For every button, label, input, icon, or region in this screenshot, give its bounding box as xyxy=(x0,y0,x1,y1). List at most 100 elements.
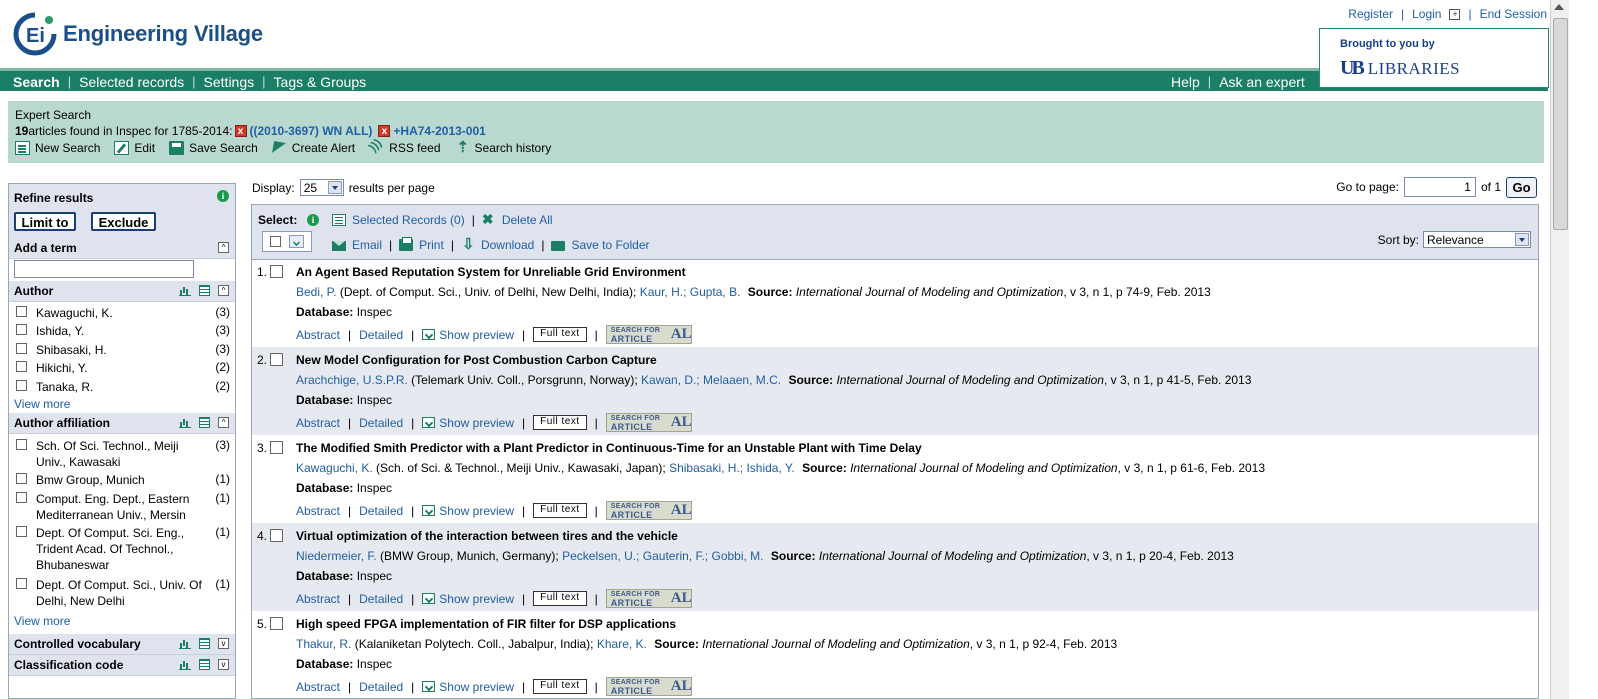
expand-icon[interactable]: v xyxy=(218,659,229,670)
result-checkbox[interactable] xyxy=(270,617,283,630)
bar-chart-icon[interactable] xyxy=(179,638,191,649)
search-for-article-button[interactable]: SEARCH FOR ARTICLE AL xyxy=(605,589,692,608)
new-search-button[interactable]: New Search xyxy=(15,141,100,155)
add-term-input[interactable] xyxy=(14,260,194,278)
checkbox[interactable] xyxy=(16,343,27,354)
collapse-icon[interactable]: ^ xyxy=(218,285,229,296)
author-view-more-link[interactable]: View more xyxy=(14,397,70,411)
engineering-village-logo[interactable]: Ei Engineering Village xyxy=(13,12,263,56)
table-icon[interactable] xyxy=(199,659,210,670)
author-facet-item[interactable]: Shibasaki, H. (3) xyxy=(16,342,230,358)
abstract-link[interactable]: Abstract xyxy=(296,680,340,694)
select-all-checkbox[interactable] xyxy=(270,236,281,247)
first-author-link[interactable]: Arachchige, U.S.P.R. xyxy=(296,373,408,387)
nav-tags-groups[interactable]: Tags & Groups xyxy=(274,74,367,90)
show-preview-link[interactable]: Show preview xyxy=(439,680,514,694)
affiliation-facet-item[interactable]: Dept. Of Comput. Sci. Eng., Trident Acad… xyxy=(16,525,230,573)
bar-chart-icon[interactable] xyxy=(179,417,191,428)
table-icon[interactable] xyxy=(199,417,210,428)
query2-link[interactable]: +HA74-2013-001 xyxy=(393,124,485,138)
sort-select[interactable]: Relevance xyxy=(1423,231,1531,248)
show-preview-link[interactable]: Show preview xyxy=(439,416,514,430)
scroll-up-icon[interactable] xyxy=(1554,4,1564,10)
per-page-select[interactable]: 25 xyxy=(299,179,344,196)
page-scrollbar[interactable] xyxy=(1550,0,1569,699)
table-icon[interactable] xyxy=(199,285,210,296)
create-alert-button[interactable]: Create Alert xyxy=(272,141,355,155)
affiliation-facet-item[interactable]: Dept. Of Comput. Sci., Univ. Of Delhi, N… xyxy=(16,577,230,609)
result-title[interactable]: High speed FPGA implementation of FIR fi… xyxy=(296,617,676,631)
detailed-link[interactable]: Detailed xyxy=(359,680,403,694)
query1-link[interactable]: ((2010-3697) WN ALL) xyxy=(250,124,373,138)
other-authors-link[interactable]: Peckelsen, U.; Gauterin, F.; Gobbi, M. xyxy=(562,549,763,563)
delete-all-link[interactable]: Delete All xyxy=(502,213,553,227)
bar-chart-icon[interactable] xyxy=(179,285,191,296)
checkbox[interactable] xyxy=(16,380,27,391)
checkbox[interactable] xyxy=(16,492,27,503)
affiliation-view-more-link[interactable]: View more xyxy=(14,614,70,628)
limit-to-button[interactable]: Limit to xyxy=(14,212,76,231)
select-dropdown-icon[interactable] xyxy=(289,235,304,248)
result-checkbox[interactable] xyxy=(270,441,283,454)
controlled-vocab-header[interactable]: Controlled vocabulary v xyxy=(9,634,235,655)
other-authors-link[interactable]: Kawan, D.; Melaaen, M.C. xyxy=(641,373,781,387)
first-author-link[interactable]: Kawaguchi, K. xyxy=(296,461,373,475)
other-authors-link[interactable]: Shibasaki, H.; Ishida, Y. xyxy=(669,461,795,475)
nav-selected-records[interactable]: Selected records xyxy=(79,74,184,90)
author-facet-item[interactable]: Hikichi, Y. (2) xyxy=(16,360,230,376)
other-authors-link[interactable]: Khare, K. xyxy=(597,637,647,651)
scroll-thumb[interactable] xyxy=(1553,18,1568,230)
checkbox[interactable] xyxy=(16,578,27,589)
remove-query2-icon[interactable]: x xyxy=(378,125,391,137)
result-title[interactable]: New Model Configuration for Post Combust… xyxy=(296,353,657,367)
register-link[interactable]: Register xyxy=(1348,7,1393,21)
detailed-link[interactable]: Detailed xyxy=(359,592,403,606)
collapse-icon[interactable]: ^ xyxy=(218,242,229,253)
table-icon[interactable] xyxy=(199,638,210,649)
search-for-article-button[interactable]: SEARCH FOR ARTICLE AL xyxy=(605,501,692,520)
author-facet-item[interactable]: Kawaguchi, K. (3) xyxy=(16,305,230,321)
result-title[interactable]: An Agent Based Reputation System for Unr… xyxy=(296,265,686,279)
checkbox[interactable] xyxy=(16,473,27,484)
result-checkbox[interactable] xyxy=(270,353,283,366)
rss-feed-button[interactable]: RSS feed xyxy=(369,141,440,155)
first-author-link[interactable]: Bedi, P. xyxy=(296,285,336,299)
checkbox[interactable] xyxy=(16,324,27,335)
show-preview-link[interactable]: Show preview xyxy=(439,592,514,606)
checkbox[interactable] xyxy=(16,526,27,537)
search-for-article-button[interactable]: SEARCH FOR ARTICLE AL xyxy=(605,677,692,696)
detailed-link[interactable]: Detailed xyxy=(359,416,403,430)
author-facet-item[interactable]: Ishida, Y. (3) xyxy=(16,323,230,339)
remove-query1-icon[interactable]: x xyxy=(234,125,247,137)
info-icon[interactable]: i xyxy=(307,214,319,226)
affiliation-facet-item[interactable]: Comput. Eng. Dept., Eastern Mediterranea… xyxy=(16,491,230,523)
edit-button[interactable]: Edit xyxy=(114,141,155,155)
go-button[interactable]: Go xyxy=(1506,177,1537,198)
full-text-button[interactable]: Full text xyxy=(533,591,587,606)
author-facet-item[interactable]: Tanaka, R. (2) xyxy=(16,379,230,395)
full-text-button[interactable]: Full text xyxy=(533,415,587,430)
exclude-button[interactable]: Exclude xyxy=(91,212,156,231)
print-link[interactable]: Print xyxy=(419,238,444,252)
checkbox[interactable] xyxy=(16,306,27,317)
download-link[interactable]: Download xyxy=(481,238,534,252)
nav-help[interactable]: Help xyxy=(1171,74,1200,90)
bar-chart-icon[interactable] xyxy=(179,659,191,670)
detailed-link[interactable]: Detailed xyxy=(359,328,403,342)
other-authors-link[interactable]: Kaur, H.; Gupta, B. xyxy=(640,285,741,299)
selected-records-link[interactable]: Selected Records (0) xyxy=(352,213,465,227)
detailed-link[interactable]: Detailed xyxy=(359,504,403,518)
nav-ask-expert[interactable]: Ask an expert xyxy=(1219,74,1305,90)
collapse-icon[interactable]: ^ xyxy=(218,417,229,428)
first-author-link[interactable]: Niedermeier, F. xyxy=(296,549,377,563)
first-author-link[interactable]: Thakur, R. xyxy=(296,637,351,651)
abstract-link[interactable]: Abstract xyxy=(296,592,340,606)
full-text-button[interactable]: Full text xyxy=(533,327,587,342)
classification-code-header[interactable]: Classification code v xyxy=(9,655,235,676)
expand-plus-icon[interactable]: + xyxy=(1449,8,1461,20)
result-checkbox[interactable] xyxy=(270,265,283,278)
search-for-article-button[interactable]: SEARCH FOR ARTICLE AL xyxy=(605,413,692,432)
show-preview-link[interactable]: Show preview xyxy=(439,504,514,518)
end-session-link[interactable]: End Session xyxy=(1480,7,1547,21)
result-title[interactable]: The Modified Smith Predictor with a Plan… xyxy=(296,441,922,455)
